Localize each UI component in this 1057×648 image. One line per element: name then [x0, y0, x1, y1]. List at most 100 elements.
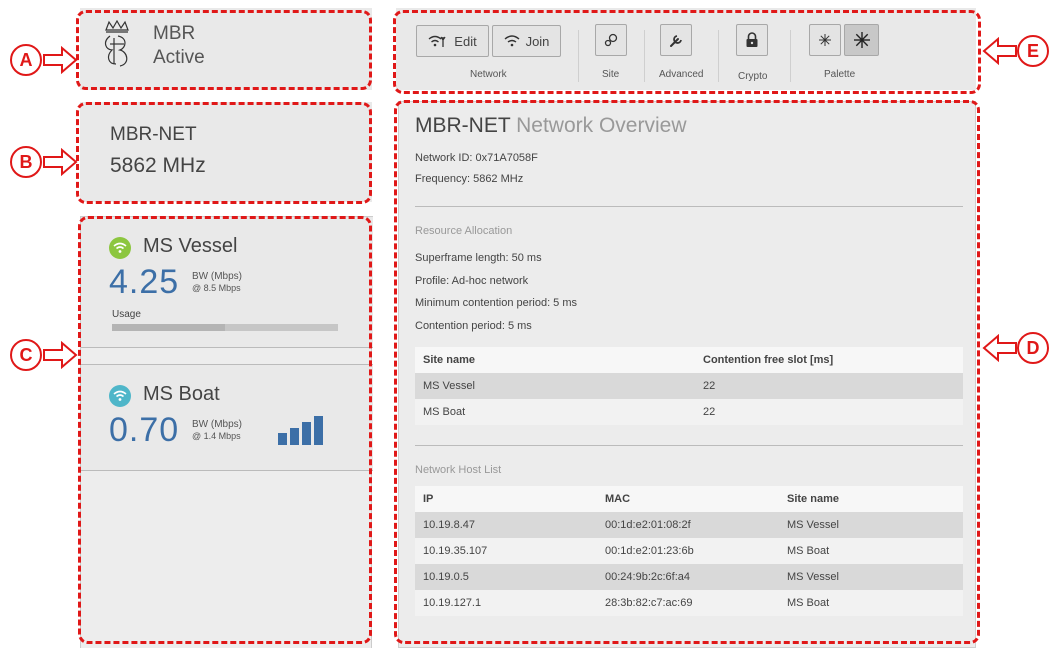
- edit-network-button[interactable]: Edit: [416, 25, 489, 57]
- bandwidth-label: BW (Mbps): [192, 271, 242, 282]
- join-network-button[interactable]: Join: [492, 25, 561, 57]
- gears-icon: [604, 33, 618, 47]
- contention-period: Contention period: 5 ms: [415, 320, 532, 332]
- signal-bar-4: [314, 416, 323, 445]
- bandwidth-label: BW (Mbps): [192, 419, 242, 430]
- table-cell: 10.19.35.107: [415, 538, 597, 564]
- table-row[interactable]: 10.19.127.1 28:3b:82:c7:ac:69 MS Boat: [415, 590, 963, 616]
- table-cell: MS Vessel: [415, 373, 695, 399]
- device-name: MBR: [153, 23, 196, 44]
- bandwidth-rate: @ 8.5 Mbps: [192, 283, 241, 293]
- callout-marker-a: A: [10, 44, 42, 76]
- table-row[interactable]: 10.19.35.107 00:1d:e2:01:23:6b MS Boat: [415, 538, 963, 564]
- crypto-button[interactable]: [736, 24, 768, 56]
- table-cell: 00:1d:e2:01:23:6b: [597, 538, 779, 564]
- min-contention-period: Minimum contention period: 5 ms: [415, 297, 578, 309]
- bandwidth-rate: @ 1.4 Mbps: [192, 431, 241, 441]
- table-cell: 10.19.8.47: [415, 512, 597, 538]
- section-divider: [415, 206, 963, 207]
- resource-allocation-heading: Resource Allocation: [415, 225, 513, 237]
- device-status: Active: [153, 47, 205, 68]
- toolbar-divider: [790, 30, 791, 82]
- wifi-icon: [113, 242, 127, 253]
- table-cell: 00:24:9b:2c:6f:a4: [597, 564, 779, 590]
- column-header: Site name: [415, 347, 695, 373]
- site-name: MS Vessel: [143, 235, 238, 257]
- column-header: MAC: [597, 486, 779, 512]
- section-divider: [415, 445, 963, 446]
- edit-button-label: Edit: [454, 33, 477, 49]
- signal-strength-icon: [278, 416, 323, 445]
- network-summary: MBR-NET 5862 MHz: [80, 102, 372, 202]
- usage-bar-fill: [112, 324, 225, 331]
- table-cell: MS Boat: [415, 399, 695, 425]
- wifi-icon: [504, 35, 520, 47]
- network-frequency: 5862 MHz: [110, 154, 206, 177]
- slot-table: Site name Contention free slot [ms] MS V…: [415, 347, 963, 425]
- wifi-icon: [113, 390, 127, 401]
- profile-line: Profile: Ad-hoc network: [415, 275, 529, 287]
- wifi-settings-icon: [428, 35, 446, 47]
- advanced-button[interactable]: [660, 24, 692, 56]
- superframe-length: Superframe length: 50 ms: [415, 252, 542, 264]
- table-row[interactable]: MS Vessel 22: [415, 373, 963, 399]
- table-cell: MS Boat: [779, 590, 963, 616]
- callout-arrow-left-icon: [982, 334, 1017, 362]
- site-status-indicator: [109, 385, 131, 407]
- palette-light-button[interactable]: [809, 24, 841, 56]
- signal-bar-3: [302, 422, 311, 445]
- network-group-caption: Network: [470, 69, 507, 80]
- site-card-ms-boat[interactable]: MS Boat 0.70 BW (Mbps) @ 1.4 Mbps: [81, 364, 373, 471]
- toolbar-divider: [644, 30, 645, 82]
- overview-title-network: MBR-NET: [415, 114, 511, 137]
- host-table: IP MAC Site name 10.19.8.47 00:1d:e2:01:…: [415, 486, 963, 616]
- usage-label: Usage: [112, 309, 141, 320]
- callout-marker-c: C: [10, 339, 42, 371]
- site-caption: Site: [602, 69, 620, 80]
- network-name: MBR-NET: [110, 124, 197, 145]
- table-row[interactable]: 10.19.0.5 00:24:9b:2c:6f:a4 MS Vessel: [415, 564, 963, 590]
- network-id: Network ID: 0x71A7058F: [415, 152, 538, 164]
- join-button-label: Join: [525, 33, 550, 49]
- table-row[interactable]: MS Boat 22: [415, 399, 963, 425]
- asterisk-dark-icon: [853, 32, 870, 48]
- crypto-caption: Crypto: [738, 71, 768, 82]
- table-cell: MS Boat: [779, 538, 963, 564]
- usage-bar: [112, 324, 338, 331]
- callout-arrow-right-icon: [43, 46, 78, 74]
- site-name: MS Boat: [143, 383, 220, 405]
- toolbar-divider: [718, 30, 719, 82]
- palette-caption: Palette: [824, 69, 856, 80]
- column-header: IP: [415, 486, 597, 512]
- advanced-caption: Advanced: [659, 69, 704, 80]
- site-button[interactable]: [595, 24, 627, 56]
- table-cell: 28:3b:82:c7:ac:69: [597, 590, 779, 616]
- bandwidth-value: 4.25: [109, 263, 180, 301]
- overview-title-label: Network Overview: [516, 114, 687, 137]
- signal-bar-2: [290, 428, 299, 445]
- signal-bar-1: [278, 433, 287, 445]
- table-cell: 00:1d:e2:01:08:2f: [597, 512, 779, 538]
- site-card-ms-vessel[interactable]: MS Vessel 4.25 BW (Mbps) @ 8.5 Mbps Usag…: [81, 216, 373, 348]
- palette-dark-button[interactable]: [844, 24, 879, 56]
- royal-crest-icon: [104, 20, 129, 67]
- wrench-icon: [670, 35, 682, 47]
- lock-icon: [746, 32, 758, 47]
- toolbar: Edit Join Network Site Advanced Crypto P…: [396, 8, 976, 90]
- column-header: Contention free slot [ms]: [695, 347, 963, 373]
- table-cell: MS Vessel: [779, 512, 963, 538]
- bandwidth-value: 0.70: [109, 411, 180, 449]
- callout-arrow-left-icon: [982, 37, 1017, 65]
- toolbar-divider: [578, 30, 579, 82]
- callout-marker-b: B: [10, 146, 42, 178]
- callout-arrow-right-icon: [43, 341, 78, 369]
- table-cell: MS Vessel: [779, 564, 963, 590]
- table-header-row: Site name Contention free slot [ms]: [415, 347, 963, 373]
- callout-arrow-right-icon: [43, 148, 78, 176]
- table-row[interactable]: 10.19.8.47 00:1d:e2:01:08:2f MS Vessel: [415, 512, 963, 538]
- table-cell: 10.19.0.5: [415, 564, 597, 590]
- site-status-indicator: [109, 237, 131, 259]
- column-header: Site name: [779, 486, 963, 512]
- host-list-heading: Network Host List: [415, 464, 502, 476]
- callout-marker-d: D: [1017, 332, 1049, 364]
